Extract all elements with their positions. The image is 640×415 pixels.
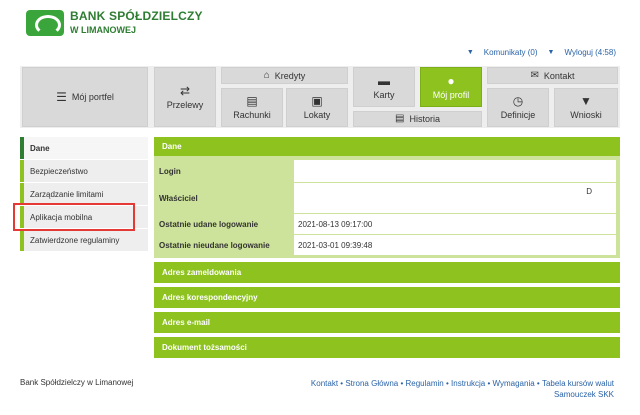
logo-title: BANK SPÓŁDZIELCZY: [70, 9, 203, 23]
tile-applications[interactable]: ▼ Wnioski: [554, 88, 618, 127]
footer-link-samouczek[interactable]: Samouczek SKK: [554, 390, 614, 399]
bank-logo[interactable]: BANK SPÓŁDZIELCZY W LIMANOWEJ: [26, 10, 203, 36]
footer-link-tabela-kursow[interactable]: Tabela kursów walut: [542, 379, 614, 388]
footer-link-strona-glowna[interactable]: Strona Główna: [345, 379, 398, 388]
briefcase-icon: ▣: [311, 94, 323, 108]
history-list-icon: ▤: [395, 113, 405, 124]
field-label: Ostatnie nieudane logowanie: [159, 240, 270, 250]
clock-icon: ◷: [512, 94, 524, 108]
sidebar-item-regulaminy[interactable]: Zatwierdzone regulaminy: [20, 229, 148, 251]
footer-link-instrukcja[interactable]: Instrukcja: [451, 379, 485, 388]
tile-profile[interactable]: ● Mój profil: [420, 67, 482, 107]
highlight-box: [13, 203, 135, 231]
tile-contact-label: Kontakt: [543, 70, 575, 81]
user-icon: ●: [447, 73, 455, 88]
field-value: D: [294, 183, 616, 213]
home-icon: ⌂: [263, 69, 270, 81]
field-row-owner: Właściciel D: [158, 183, 616, 213]
main-menu-tiles: ☰ Mój portfel ⇄ Przelewy ⌂ Kredyty ▬ Kar…: [20, 66, 620, 128]
logo-subtitle: W LIMANOWEJ: [70, 25, 136, 35]
logout-link[interactable]: Wyloguj (4:58): [564, 48, 616, 57]
field-row-last-login: Ostatnie udane logowanie 2021-08-13 09:1…: [158, 214, 616, 234]
field-value: [294, 160, 616, 182]
tile-deposits[interactable]: ▣ Lokaty: [286, 88, 348, 127]
messages-link[interactable]: Komunikaty (0): [484, 48, 538, 57]
sidebar-item-limity[interactable]: Zarządzanie limitami: [20, 183, 148, 205]
tile-applications-label: Wnioski: [570, 110, 602, 120]
top-bar: ▼ Komunikaty (0) ▼ Wyloguj (4:58): [467, 48, 616, 57]
tile-portfolio-label: Mój portfel: [71, 92, 114, 102]
section-adres-korespondencyjny[interactable]: Adres korespondencyjny: [154, 287, 620, 308]
tile-accounts[interactable]: ▤ Rachunki: [221, 88, 283, 127]
tile-definitions[interactable]: ◷ Definicje: [487, 88, 549, 127]
profile-main-panel: Dane Login Właściciel D Ostatnie udane l…: [154, 137, 620, 362]
chevron-down-icon[interactable]: ▼: [467, 49, 474, 56]
tile-transfers-label: Przelewy: [166, 99, 204, 110]
card-icon: ▬: [378, 73, 390, 88]
footer-links: Kontakt • Strona Główna • Regulamin • In…: [310, 379, 614, 399]
field-value: 2021-03-01 09:39:48: [294, 235, 616, 255]
tile-credits-label: Kredyty: [274, 70, 306, 81]
tile-profile-label: Mój profil: [432, 89, 470, 100]
field-row-last-failed-login: Ostatnie nieudane logowanie 2021-03-01 0…: [158, 235, 616, 255]
chevron-down-icon[interactable]: ▼: [548, 49, 555, 56]
inbox-icon: ▼: [580, 94, 592, 108]
document-icon: ▤: [246, 94, 258, 108]
page: BANK SPÓŁDZIELCZY W LIMANOWEJ ▼ Komunika…: [0, 0, 640, 415]
field-label: Login: [159, 166, 181, 176]
sidebar-item-bezpieczenstwo[interactable]: Bezpieczeństwo: [20, 160, 148, 182]
profile-sidebar: Dane Bezpieczeństwo Zarządzanie limitami…: [20, 137, 148, 252]
tile-contact[interactable]: ✉ Kontakt: [487, 67, 618, 84]
tile-credits[interactable]: ⌂ Kredyty: [221, 67, 348, 84]
section-title: Dane: [154, 137, 620, 156]
profile-fields: Login Właściciel D Ostatnie udane logowa…: [154, 156, 620, 258]
section-adres-zameldowania[interactable]: Adres zameldowania: [154, 262, 620, 283]
tile-transfers[interactable]: ⇄ Przelewy: [154, 67, 216, 127]
section-dokument-tozsamosci[interactable]: Dokument tożsamości: [154, 337, 620, 358]
tile-cards-label: Karty: [373, 89, 395, 100]
list-icon: ☰: [56, 90, 67, 104]
tile-history[interactable]: ▤ Historia: [353, 111, 482, 127]
sidebar-item-dane[interactable]: Dane: [20, 137, 148, 159]
field-value: 2021-08-13 09:17:00: [294, 214, 616, 234]
footer-bank-name: Bank Spółdzielczy w Limanowej: [20, 378, 134, 387]
tile-definitions-label: Definicje: [500, 110, 536, 120]
tile-portfolio[interactable]: ☰ Mój portfel: [22, 67, 148, 127]
field-label: Właściciel: [159, 193, 198, 203]
footer-link-regulamin[interactable]: Regulamin: [406, 379, 444, 388]
tile-history-label: Historia: [409, 114, 440, 124]
footer-link-wymagania[interactable]: Wymagania: [493, 379, 535, 388]
tile-accounts-label: Rachunki: [233, 110, 271, 120]
field-label: Ostatnie udane logowanie: [159, 219, 259, 229]
section-adres-email[interactable]: Adres e-mail: [154, 312, 620, 333]
transfer-arrows-icon: ⇄: [179, 83, 191, 98]
field-row-login: Login: [158, 160, 616, 182]
tile-deposits-label: Lokaty: [303, 110, 331, 120]
tile-cards[interactable]: ▬ Karty: [353, 67, 415, 107]
bank-logo-icon: [26, 10, 64, 36]
owner-value: D: [586, 187, 592, 196]
chat-icon: ✉: [530, 69, 539, 81]
footer-link-kontakt[interactable]: Kontakt: [311, 379, 338, 388]
